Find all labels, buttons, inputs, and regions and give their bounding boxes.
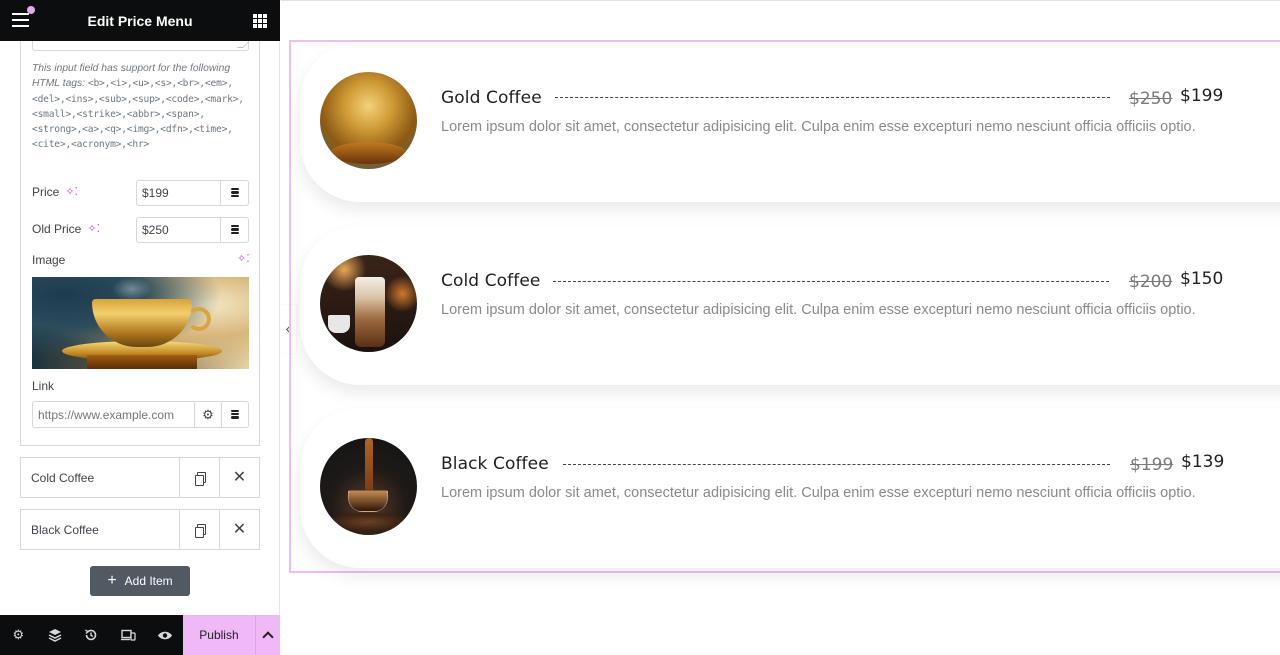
price-label: Price ✧⁚	[32, 185, 78, 199]
resize-handle[interactable]	[237, 42, 249, 48]
dynamic-tags-button[interactable]	[222, 402, 248, 427]
dynamic-tags-button[interactable]	[221, 181, 248, 205]
database-icon	[230, 225, 239, 235]
menu-item: Black Coffee $199 $139 Lorem ipsum dolor…	[300, 408, 1280, 568]
copy-icon	[194, 523, 206, 538]
menu-item-title: Black Coffee	[441, 454, 549, 474]
database-icon	[230, 188, 239, 198]
duplicate-button[interactable]	[179, 458, 219, 497]
close-icon: ✕	[232, 520, 247, 538]
database-icon	[231, 409, 239, 420]
publish-options-button[interactable]	[254, 615, 280, 655]
link-label-text: Link	[32, 379, 55, 393]
menu-item-old-price: $200	[1129, 272, 1173, 292]
bottom-toolbar: ⚙ Publish	[0, 615, 280, 655]
repeater-row: Black Coffee ✕	[20, 509, 260, 550]
price-label-text: Price	[32, 185, 60, 199]
publish-button[interactable]: Publish	[182, 615, 255, 655]
image-label-text: Image	[32, 253, 66, 267]
notification-dot	[27, 6, 35, 14]
description-textarea[interactable]	[32, 41, 249, 51]
menu-item-description: Lorem ipsum dolor sit amet, consectetur …	[441, 302, 1196, 318]
coffee-stream	[365, 438, 373, 493]
sparkle-icon[interactable]: ✧⁚	[237, 254, 250, 265]
link-options-button[interactable]: ⚙	[195, 402, 222, 427]
hamburger-icon[interactable]	[12, 6, 35, 27]
grid-icon[interactable]	[253, 14, 267, 28]
old-price-label-text: Old Price	[32, 222, 82, 236]
menu-item: Gold Coffee $250 $199 Lorem ipsum dolor …	[300, 42, 1280, 202]
gold-cup	[92, 299, 192, 347]
menu-item-image	[320, 438, 417, 535]
menu-item-separator	[563, 464, 1110, 465]
mug	[328, 315, 350, 333]
menu-item-image	[320, 255, 417, 352]
panel-title: Edit Price Menu	[87, 12, 193, 29]
cup-handle	[187, 307, 211, 331]
menu-item-description: Lorem ipsum dolor sit amet, consectetur …	[441, 119, 1196, 135]
menu-item-title: Gold Coffee	[441, 88, 542, 108]
menu-item-title: Cold Coffee	[441, 271, 541, 291]
menu-item-price: $150	[1180, 269, 1224, 289]
add-item-label: Add Item	[124, 574, 173, 588]
add-item-button[interactable]: + Add Item	[90, 566, 190, 596]
repeater-row-title[interactable]: Cold Coffee	[21, 471, 179, 485]
gear-icon: ⚙	[202, 406, 214, 422]
responsive-icon[interactable]	[110, 615, 147, 655]
settings-icon[interactable]: ⚙	[0, 615, 37, 655]
plus-icon: +	[107, 572, 117, 589]
menu-item-separator	[555, 97, 1110, 98]
menu-item-old-price: $250	[1129, 89, 1173, 109]
old-price-field-group	[136, 217, 249, 243]
coffee-cup	[348, 490, 388, 512]
price-input[interactable]	[137, 181, 221, 205]
menu-item-price: $139	[1181, 452, 1225, 472]
menu-item-description: Lorem ipsum dolor sit amet, consectetur …	[441, 485, 1196, 501]
preview-icon[interactable]	[146, 615, 183, 655]
panel-header: Edit Price Menu	[0, 0, 280, 41]
sparkle-icon[interactable]: ✧⁚	[87, 223, 100, 235]
steam	[112, 277, 152, 301]
menu-item-price: $199	[1180, 86, 1224, 106]
html-tags-help: This input field has support for the fol…	[32, 61, 252, 153]
old-price-label: Old Price ✧⁚	[32, 222, 100, 236]
price-field-group	[136, 180, 249, 206]
repeater-row-title[interactable]: Black Coffee	[21, 523, 179, 537]
duplicate-button[interactable]	[179, 510, 219, 549]
copy-icon	[194, 471, 206, 486]
menu-item-old-price: $199	[1130, 455, 1174, 475]
coffee-beans	[328, 512, 408, 532]
remove-button[interactable]: ✕	[219, 458, 259, 497]
image-preview[interactable]	[32, 277, 249, 369]
layers-icon[interactable]	[37, 615, 74, 655]
editor-panel: Edit Price Menu This input field has sup…	[0, 0, 280, 655]
link-field-group: ⚙	[32, 401, 249, 428]
image-label: Image	[32, 253, 65, 267]
menu-item: Cold Coffee $200 $150 Lorem ipsum dolor …	[300, 225, 1280, 385]
sparkle-icon[interactable]: ✧⁚	[65, 186, 78, 198]
close-icon: ✕	[232, 468, 247, 486]
remove-button[interactable]: ✕	[219, 510, 259, 549]
old-price-input[interactable]	[137, 218, 221, 242]
glass	[355, 277, 385, 347]
menu-item-image	[320, 72, 417, 169]
chevron-up-icon	[262, 631, 274, 643]
repeater-item-expanded: This input field has support for the fol…	[20, 41, 260, 446]
saucer-base	[87, 355, 197, 369]
history-icon[interactable]	[73, 615, 110, 655]
link-label: Link	[32, 379, 54, 393]
panel-content[interactable]: This input field has support for the fol…	[0, 41, 280, 615]
link-input[interactable]	[33, 402, 195, 427]
repeater-row: Cold Coffee ✕	[20, 457, 260, 498]
menu-item-separator	[553, 281, 1109, 282]
dynamic-tags-button[interactable]	[221, 218, 248, 242]
